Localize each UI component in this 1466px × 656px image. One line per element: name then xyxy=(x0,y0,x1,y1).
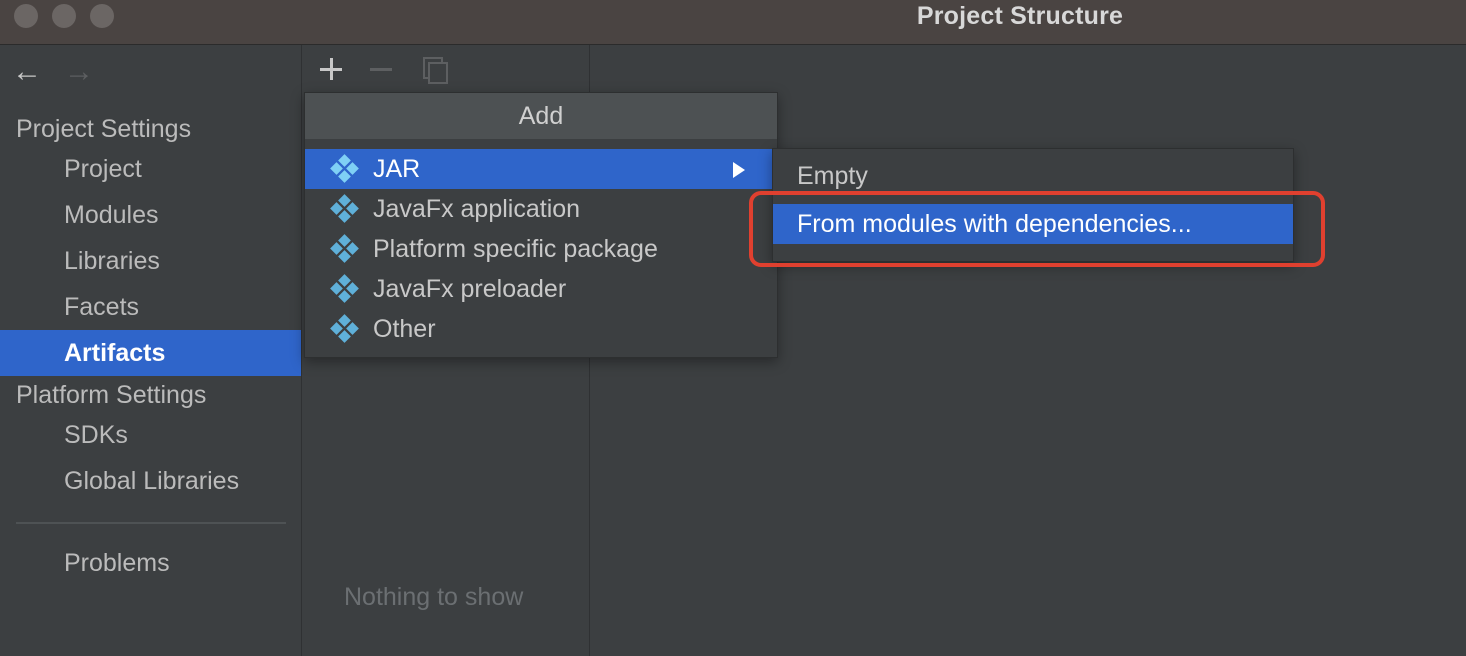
sidebar-item-problems[interactable]: Problems xyxy=(0,540,301,586)
submenu-item-empty[interactable]: Empty xyxy=(773,157,1293,195)
highlight-annotation xyxy=(749,191,1325,267)
menu-item-javafx-application[interactable]: JavaFx application xyxy=(305,189,777,229)
menu-item-label: JavaFx preloader xyxy=(373,275,567,303)
sidebar-item-artifacts[interactable]: Artifacts xyxy=(0,330,301,376)
sidebar-item-facets[interactable]: Facets xyxy=(0,284,301,330)
back-arrow-icon[interactable]: ← xyxy=(12,57,42,87)
menu-item-javafx-preloader[interactable]: JavaFx preloader xyxy=(305,269,777,309)
title-bar: Project Structure xyxy=(0,0,1466,45)
artifact-diamond-icon xyxy=(330,274,359,303)
sidebar: ← → Project Settings Project Modules Lib… xyxy=(0,45,302,656)
submenu-arrow-icon xyxy=(733,162,745,178)
menu-item-label: JAR xyxy=(373,155,421,183)
menu-item-other[interactable]: Other xyxy=(305,309,777,349)
artifact-diamond-icon xyxy=(330,154,359,183)
sidebar-item-sdks[interactable]: SDKs xyxy=(0,412,301,458)
sidebar-divider xyxy=(16,522,286,524)
artifact-diamond-icon xyxy=(330,234,359,263)
plus-icon[interactable] xyxy=(316,55,346,85)
project-settings-header: Project Settings xyxy=(16,115,192,143)
sidebar-item-libraries[interactable]: Libraries xyxy=(0,238,301,284)
sidebar-item-modules[interactable]: Modules xyxy=(0,192,301,238)
menu-item-jar[interactable]: JAR xyxy=(305,149,777,189)
artifact-diamond-icon xyxy=(330,194,359,223)
window-title: Project Structure xyxy=(916,2,1124,30)
sidebar-item-global-libraries[interactable]: Global Libraries xyxy=(0,458,301,504)
forward-arrow-icon[interactable]: → xyxy=(64,57,94,87)
minus-icon[interactable] xyxy=(366,55,396,85)
empty-state-text: Nothing to show xyxy=(344,583,524,611)
artifact-diamond-icon xyxy=(330,314,359,343)
menu-item-platform-specific-package[interactable]: Platform specific package xyxy=(305,229,777,269)
platform-settings-header: Platform Settings xyxy=(16,381,207,409)
sidebar-item-project[interactable]: Project xyxy=(0,146,301,192)
popup-title: Add xyxy=(305,93,777,139)
menu-item-label: Other xyxy=(373,315,436,343)
copy-icon[interactable] xyxy=(418,55,448,85)
menu-item-label: JavaFx application xyxy=(373,195,581,223)
menu-item-label: Platform specific package xyxy=(373,235,658,263)
add-popup-menu: Add JAR JavaFx application Platform spec… xyxy=(304,92,778,358)
